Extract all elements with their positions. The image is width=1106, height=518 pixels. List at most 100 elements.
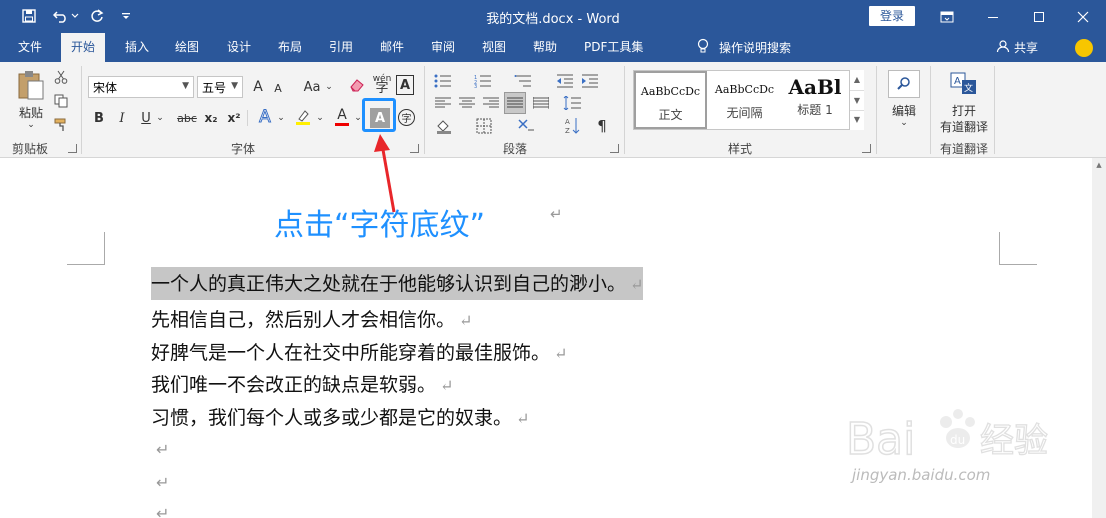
tab-view[interactable]: 视图 xyxy=(480,33,508,62)
scroll-up-icon[interactable]: ▲ xyxy=(850,70,864,90)
feedback-smiley-icon[interactable] xyxy=(1075,39,1093,57)
tab-draw[interactable]: 绘图 xyxy=(173,33,201,62)
chevron-down-icon[interactable]: ⌄ xyxy=(276,110,286,126)
show-formatting-marks-icon[interactable]: ¶ xyxy=(592,116,612,136)
title-bar: 我的文档.docx - Word 登录 xyxy=(0,0,1106,33)
bold-button[interactable]: B xyxy=(90,108,108,128)
sort-icon[interactable]: AZ xyxy=(563,116,583,136)
text-effects-button[interactable]: A xyxy=(255,106,275,128)
group-divider xyxy=(930,66,931,154)
maximize-icon[interactable] xyxy=(1016,0,1062,33)
document-line[interactable]: 先相信自己，然后别人才会相信你。 ↵ xyxy=(151,305,472,332)
copy-icon[interactable] xyxy=(52,92,70,110)
underline-button[interactable]: U xyxy=(137,108,155,128)
tab-references[interactable]: 引用 xyxy=(327,33,355,62)
tab-file[interactable]: 文件 xyxy=(16,33,44,62)
font-color-button[interactable]: A xyxy=(332,106,352,128)
open-translate-label-2[interactable]: 有道翻译 xyxy=(934,118,994,134)
chevron-down-icon[interactable]: ⌄ xyxy=(315,110,325,126)
highlight-color-icon[interactable] xyxy=(292,106,314,128)
subscript-button[interactable]: x₂ xyxy=(202,108,220,128)
tab-pdf-tools[interactable]: PDF工具集 xyxy=(582,33,645,62)
superscript-button[interactable]: x² xyxy=(225,108,243,128)
ribbon-display-options-icon[interactable] xyxy=(924,0,970,33)
font-size-select[interactable]: 五号 ▼ xyxy=(197,76,243,98)
tab-design[interactable]: 设计 xyxy=(225,33,253,62)
chevron-down-icon[interactable]: ⌄ xyxy=(323,80,335,94)
font-name-select[interactable]: 宋体 ▼ xyxy=(88,76,194,98)
document-line[interactable]: 一个人的真正伟大之处就在于他能够认识到自己的渺小。 ↵ xyxy=(151,267,644,300)
document-line[interactable]: 习惯，我们每个人或多或少都是它的奴隶。 ↵ xyxy=(151,403,529,430)
clear-formatting-icon[interactable] xyxy=(347,74,367,96)
justify-icon[interactable] xyxy=(504,92,526,114)
paragraph-mark[interactable]: ↵ xyxy=(156,473,169,492)
borders-icon[interactable] xyxy=(473,116,495,136)
styles-launcher-icon[interactable] xyxy=(862,144,871,153)
character-border-button[interactable]: A xyxy=(396,75,414,95)
minimize-icon[interactable] xyxy=(970,0,1016,33)
document-line[interactable]: 我们唯一不会改正的缺点是软弱。 ↵ xyxy=(151,370,453,397)
paragraph-mark[interactable]: ↵ xyxy=(156,440,169,459)
tab-help[interactable]: 帮助 xyxy=(531,33,559,62)
numbering-icon[interactable]: 123 xyxy=(472,72,494,90)
close-icon[interactable] xyxy=(1060,0,1106,33)
scroll-up-icon[interactable]: ▲ xyxy=(1092,158,1106,172)
style-name: 无间隔 xyxy=(726,106,763,120)
style-sample: AaBbCcDc xyxy=(640,85,701,98)
vertical-scrollbar[interactable]: ▲ xyxy=(1092,158,1106,518)
align-center-icon[interactable] xyxy=(456,94,478,112)
grow-font-button[interactable]: A xyxy=(248,76,268,98)
clipboard-launcher-icon[interactable] xyxy=(68,144,77,153)
tell-me-search[interactable]: 操作说明搜索 xyxy=(697,33,791,62)
editing-label[interactable]: 编辑 xyxy=(884,102,924,118)
enclose-characters-button[interactable]: 字 xyxy=(398,109,415,126)
phonetic-guide-button[interactable]: wén 字 xyxy=(371,70,393,98)
style-heading-1[interactable]: AaBl 标题 1 xyxy=(780,71,850,129)
paragraph-mark[interactable]: ↵ xyxy=(156,504,169,518)
margin-corner-right xyxy=(999,232,1037,265)
style-normal[interactable]: AaBbCcDc 正文 xyxy=(634,71,707,129)
font-launcher-icon[interactable] xyxy=(410,144,419,153)
strikethrough-button[interactable]: abc xyxy=(175,108,199,128)
gallery-more-icon[interactable]: ▼ xyxy=(850,110,864,128)
shrink-font-button[interactable]: A xyxy=(269,78,287,98)
open-translate-label-1[interactable]: 打开 xyxy=(934,102,994,118)
change-case-button[interactable]: Aa xyxy=(300,76,324,98)
tab-layout[interactable]: 布局 xyxy=(276,33,304,62)
shading-icon[interactable] xyxy=(433,116,455,136)
increase-indent-icon[interactable] xyxy=(580,72,600,90)
paragraph-launcher-icon[interactable] xyxy=(610,144,619,153)
styles-gallery-scroll[interactable]: ▲ ▼ ▼ xyxy=(849,70,864,130)
chevron-down-icon[interactable]: ⌄ xyxy=(154,110,166,126)
share-button[interactable]: 共享 xyxy=(996,33,1038,62)
document-line[interactable]: 好脾气是一个人在社交中所能穿着的最佳服饰。 ↵ xyxy=(151,338,567,365)
tab-mailings[interactable]: 邮件 xyxy=(378,33,406,62)
chevron-down-icon[interactable]: ⌄ xyxy=(898,118,910,128)
paragraph-mark: ↵ xyxy=(554,344,568,363)
align-right-icon[interactable] xyxy=(480,94,502,112)
search-icon[interactable] xyxy=(888,70,920,98)
paste-label[interactable]: 粘贴 xyxy=(14,104,48,120)
bullets-icon[interactable] xyxy=(432,72,454,90)
italic-button[interactable]: I xyxy=(113,108,131,128)
distributed-icon[interactable] xyxy=(530,94,552,112)
format-painter-icon[interactable] xyxy=(52,116,70,134)
style-sample: AaBbCcDc xyxy=(714,83,775,96)
style-no-spacing[interactable]: AaBbCcDc 无间隔 xyxy=(708,71,781,129)
asian-layout-icon[interactable] xyxy=(515,116,537,136)
tab-home[interactable]: 开始 xyxy=(61,33,106,62)
paste-dropdown-icon[interactable]: ⌄ xyxy=(24,120,38,130)
style-name: 正文 xyxy=(658,108,683,122)
tab-review[interactable]: 审阅 xyxy=(429,33,457,62)
line-spacing-icon[interactable] xyxy=(561,94,583,112)
align-left-icon[interactable] xyxy=(432,94,454,112)
cut-icon[interactable] xyxy=(52,68,70,86)
paste-icon[interactable] xyxy=(14,68,48,102)
translate-icon[interactable]: A文 xyxy=(948,70,980,98)
scroll-down-icon[interactable]: ▼ xyxy=(850,90,864,110)
login-button[interactable]: 登录 xyxy=(869,6,915,26)
decrease-indent-icon[interactable] xyxy=(555,72,575,90)
multilevel-list-icon[interactable] xyxy=(512,72,534,90)
tab-insert[interactable]: 插入 xyxy=(123,33,151,62)
font-color-swatch xyxy=(335,123,349,126)
